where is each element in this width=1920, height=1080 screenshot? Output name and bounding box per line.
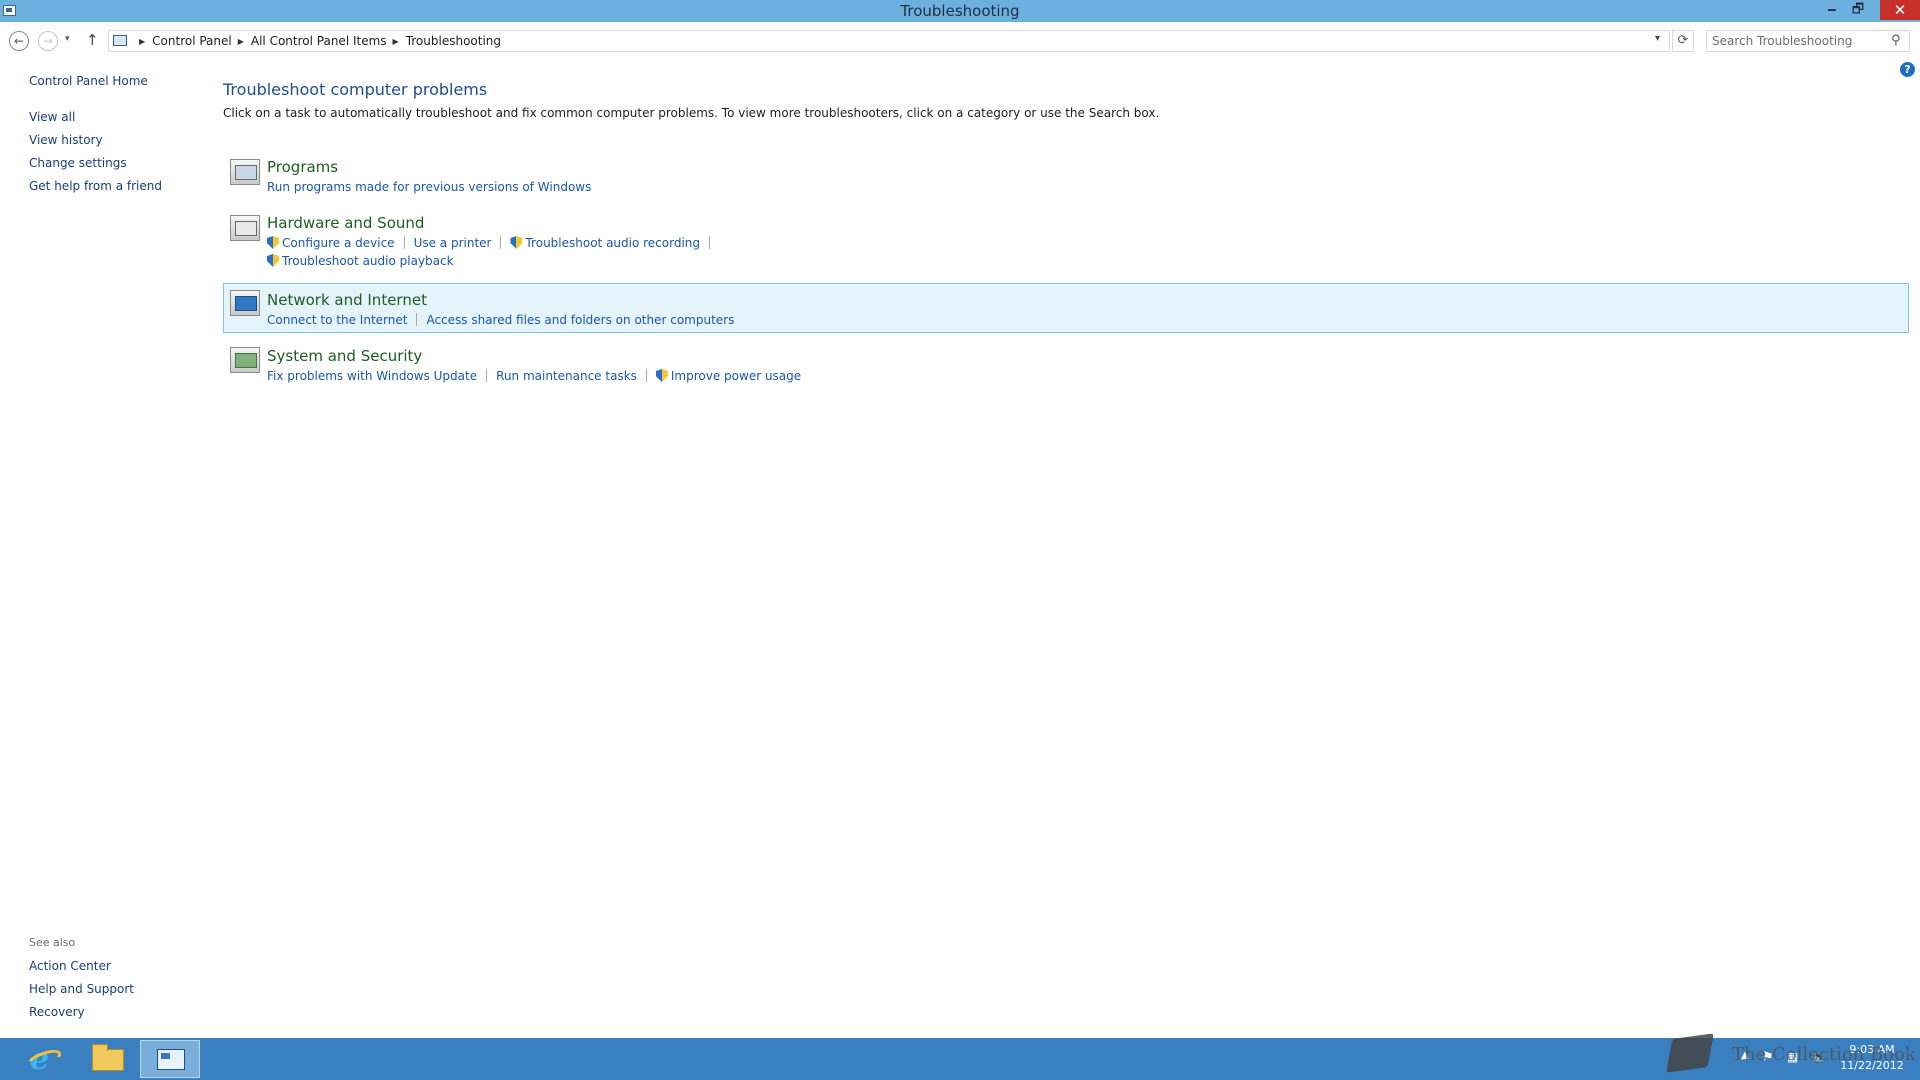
show-hidden-icons-icon[interactable]: ▲ xyxy=(1741,1050,1749,1080)
navigation-bar: ← → ▾ ↑ ▶ Control Panel ▶ All Control Panel… xyxy=(0,22,1920,58)
back-button[interactable]: ← xyxy=(9,31,29,51)
address-dropdown-icon[interactable]: ▾ xyxy=(1655,33,1660,44)
network-icon[interactable]: ▦ xyxy=(1787,1050,1798,1080)
category-system-and-security[interactable]: System and Security Fix problems with Wi… xyxy=(223,340,1909,390)
network-internet-icon[interactable] xyxy=(230,290,260,316)
task-separator xyxy=(645,369,647,382)
action-center-link[interactable]: Action Center xyxy=(29,959,111,973)
control-panel-icon[interactable] xyxy=(113,35,127,46)
breadcrumb-separator[interactable]: ▶ xyxy=(139,37,145,46)
control-panel-home-link[interactable]: Control Panel Home xyxy=(29,74,148,88)
task-separator xyxy=(486,369,488,382)
see-also-heading: See also xyxy=(29,936,76,949)
task-separator xyxy=(500,236,502,249)
breadcrumb-separator[interactable]: ▶ xyxy=(393,37,399,46)
task-link[interactable]: Connect to the Internet xyxy=(267,313,407,327)
programs-icon[interactable] xyxy=(230,159,260,185)
internet-explorer-icon[interactable]: e xyxy=(16,1040,76,1078)
minimize-button[interactable]: 🗕 xyxy=(1820,0,1844,20)
window-title: Troubleshooting xyxy=(900,2,1020,20)
recovery-link[interactable]: Recovery xyxy=(29,1005,85,1019)
category-network-and-internet[interactable]: Network and Internet Connect to the Inte… xyxy=(223,283,1909,333)
refresh-button[interactable]: ⟳ xyxy=(1672,30,1694,52)
help-icon[interactable]: ? xyxy=(1900,62,1915,77)
task-link[interactable]: Run maintenance tasks xyxy=(496,369,637,383)
hardware-sound-icon[interactable] xyxy=(230,215,260,241)
clock-time: 9:03 AM xyxy=(1849,1043,1895,1056)
page-description: Click on a task to automatically trouble… xyxy=(223,106,1160,120)
task-list: Fix problems with Windows Update Run main… xyxy=(267,369,801,383)
breadcrumb-troubleshooting[interactable]: Troubleshooting xyxy=(406,34,501,48)
volume-icon[interactable]: 🔈 xyxy=(1812,1050,1827,1080)
search-icon[interactable]: ⚲ xyxy=(1891,33,1901,48)
get-help-from-friend-link[interactable]: Get help from a friend xyxy=(29,179,162,193)
taskbar: e ▲ ⚑ ▦ 🔈 9:03 AM 11/22/2012 xyxy=(0,1038,1920,1080)
task-link[interactable]: Run programs made for previous versions … xyxy=(267,180,591,194)
breadcrumb-control-panel[interactable]: Control Panel xyxy=(152,34,232,48)
up-button[interactable]: ↑ xyxy=(86,31,99,49)
control-panel-taskbar-icon[interactable] xyxy=(140,1040,200,1078)
close-button[interactable]: ✕ xyxy=(1880,0,1920,20)
task-link[interactable]: Improve power usage xyxy=(655,369,801,383)
search-box[interactable]: ⚲ xyxy=(1706,30,1910,52)
forward-button[interactable]: → xyxy=(38,31,58,51)
admin-shield-icon xyxy=(267,236,279,249)
category-title[interactable]: Programs xyxy=(267,158,338,176)
task-link[interactable]: Access shared files and folders on other… xyxy=(426,313,734,327)
task-label[interactable]: Troubleshoot audio playback xyxy=(282,254,454,268)
task-list: Configure a device Use a printer Troublesh… xyxy=(267,236,719,250)
task-label[interactable]: Troubleshoot audio recording xyxy=(525,236,700,250)
page-title: Troubleshoot computer problems xyxy=(223,80,488,99)
left-pane: Control Panel Home View all View history… xyxy=(0,58,210,1038)
recent-locations-button[interactable]: ▾ xyxy=(65,34,70,44)
task-link[interactable]: Fix problems with Windows Update xyxy=(267,369,477,383)
task-link[interactable]: Troubleshoot audio recording xyxy=(510,236,700,250)
title-bar: Troubleshooting 🗕 🗗 ✕ xyxy=(0,0,1920,22)
breadcrumb-all-items[interactable]: All Control Panel Items xyxy=(251,34,387,48)
category-programs[interactable]: Programs Run programs made for previous … xyxy=(223,152,1909,202)
admin-shield-icon xyxy=(510,236,523,249)
help-and-support-link[interactable]: Help and Support xyxy=(29,982,134,996)
breadcrumb-separator[interactable]: ▶ xyxy=(238,37,244,46)
task-separator xyxy=(709,236,711,249)
task-list: Run programs made for previous versions … xyxy=(267,180,591,194)
task-link[interactable]: Configure a device xyxy=(267,236,395,250)
search-input[interactable] xyxy=(1712,34,1882,48)
file-explorer-icon[interactable] xyxy=(78,1040,138,1078)
category-title[interactable]: Network and Internet xyxy=(267,291,427,309)
restore-button[interactable]: 🗗 xyxy=(1846,0,1870,20)
clock-date: 11/22/2012 xyxy=(1840,1059,1904,1072)
category-title[interactable]: Hardware and Sound xyxy=(267,214,424,232)
task-label[interactable]: Configure a device xyxy=(282,236,395,250)
admin-shield-icon xyxy=(655,369,668,382)
action-center-flag-icon[interactable]: ⚑ xyxy=(1762,1050,1774,1080)
task-link[interactable]: Use a printer xyxy=(414,236,492,250)
task-list: Connect to the Internet Access shared fil… xyxy=(267,313,734,327)
task-separator xyxy=(416,313,418,326)
admin-shield-icon xyxy=(267,254,279,267)
task-list: Troubleshoot audio playback xyxy=(267,254,454,268)
task-separator xyxy=(403,236,405,249)
system-security-icon[interactable] xyxy=(230,347,260,373)
category-title[interactable]: System and Security xyxy=(267,347,422,365)
system-clock[interactable]: 9:03 AM 11/22/2012 xyxy=(1832,1042,1912,1074)
category-hardware-and-sound[interactable]: Hardware and Sound Configure a device Use… xyxy=(223,208,1909,274)
view-all-link[interactable]: View all xyxy=(29,110,75,124)
address-bar[interactable]: ▶ Control Panel ▶ All Control Panel Items ▶ T… xyxy=(108,30,1670,52)
task-label[interactable]: Improve power usage xyxy=(671,369,801,383)
change-settings-link[interactable]: Change settings xyxy=(29,156,127,170)
view-history-link[interactable]: View history xyxy=(29,133,103,147)
task-link[interactable]: Troubleshoot audio playback xyxy=(267,254,454,268)
breadcrumb: ▶ Control Panel ▶ All Control Panel Items ▶ T… xyxy=(133,34,501,48)
